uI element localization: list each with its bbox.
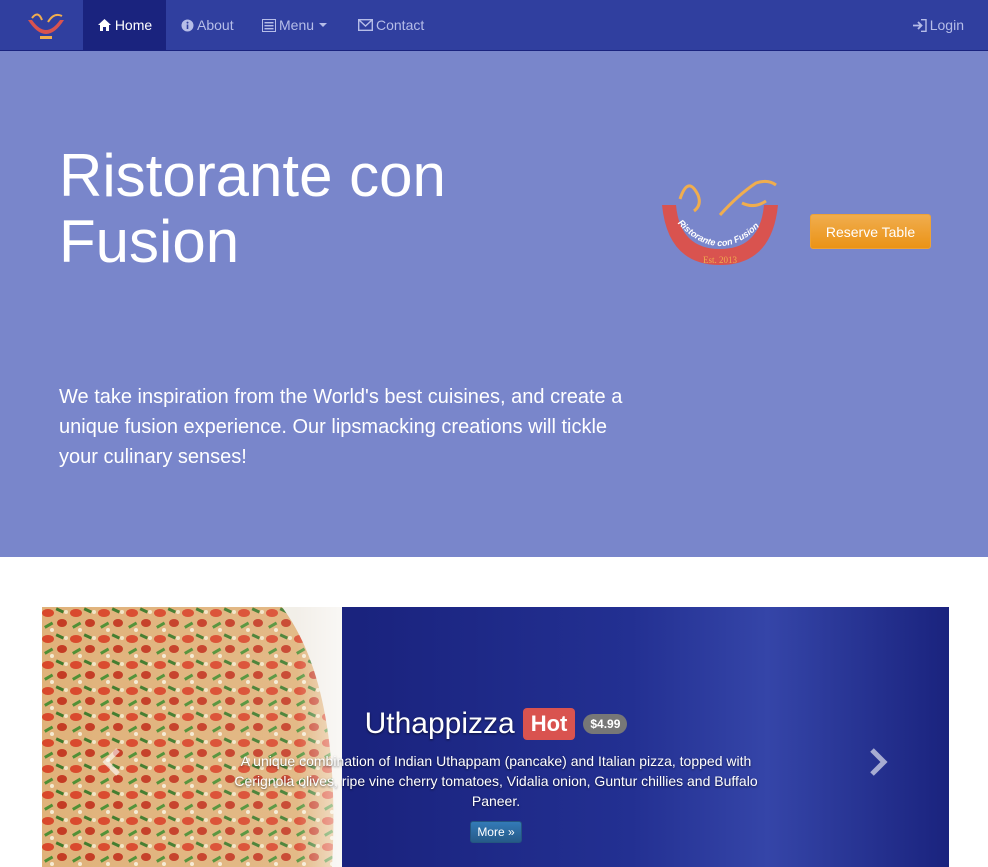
nav-home-label: Home — [114, 17, 153, 33]
nav-home[interactable]: Home — [83, 0, 166, 50]
list-alt-icon — [262, 18, 276, 32]
hot-badge: Hot — [522, 708, 576, 740]
carousel: Uthappizza Hot $4.99 A unique combinatio… — [42, 607, 949, 867]
chevron-left-icon — [102, 748, 120, 776]
carousel-prev-button[interactable] — [98, 747, 126, 777]
log-in-icon — [912, 18, 927, 32]
dish-description: A unique combination of Indian Uthappam … — [234, 753, 758, 809]
price-badge: $4.99 — [583, 714, 628, 734]
envelope-icon — [358, 19, 373, 31]
restaurant-logo: Ristorante con Fusion Est. 2013 — [662, 179, 778, 265]
jumbotron-description: We take inspiration from the World's bes… — [59, 386, 623, 468]
nav-contact[interactable]: Contact — [358, 0, 424, 50]
info-circle-icon — [181, 19, 194, 32]
navbar: Home About Menu Contact Login — [0, 0, 988, 51]
reserve-table-button[interactable]: Reserve Table — [810, 214, 931, 249]
home-icon — [97, 18, 112, 32]
brand-logo[interactable] — [22, 8, 70, 44]
carousel-next-button[interactable] — [864, 747, 892, 777]
nav-contact-label: Contact — [376, 17, 425, 33]
jumbotron: Ristorante con Fusion Ristorante con Fus… — [0, 51, 988, 557]
chevron-right-icon — [870, 748, 888, 776]
caret-down-icon — [319, 23, 328, 27]
nav-menu-label: Menu — [279, 17, 315, 33]
nav-about-label: About — [197, 17, 234, 33]
dish-name: Uthappizza — [364, 707, 515, 740]
restaurant-title: Ristorante con Fusion — [59, 142, 446, 275]
caption-heading: Uthappizza Hot $4.99 — [222, 707, 770, 741]
carousel-caption: Uthappizza Hot $4.99 A unique combinatio… — [222, 707, 770, 843]
nav-login[interactable]: Login — [912, 0, 964, 50]
nav-about[interactable]: About — [181, 0, 234, 50]
more-button[interactable]: More » — [470, 821, 522, 843]
nav-menu-dropdown[interactable]: Menu — [262, 0, 328, 50]
nav-login-label: Login — [929, 17, 964, 33]
logo-est: Est. 2013 — [703, 255, 738, 265]
